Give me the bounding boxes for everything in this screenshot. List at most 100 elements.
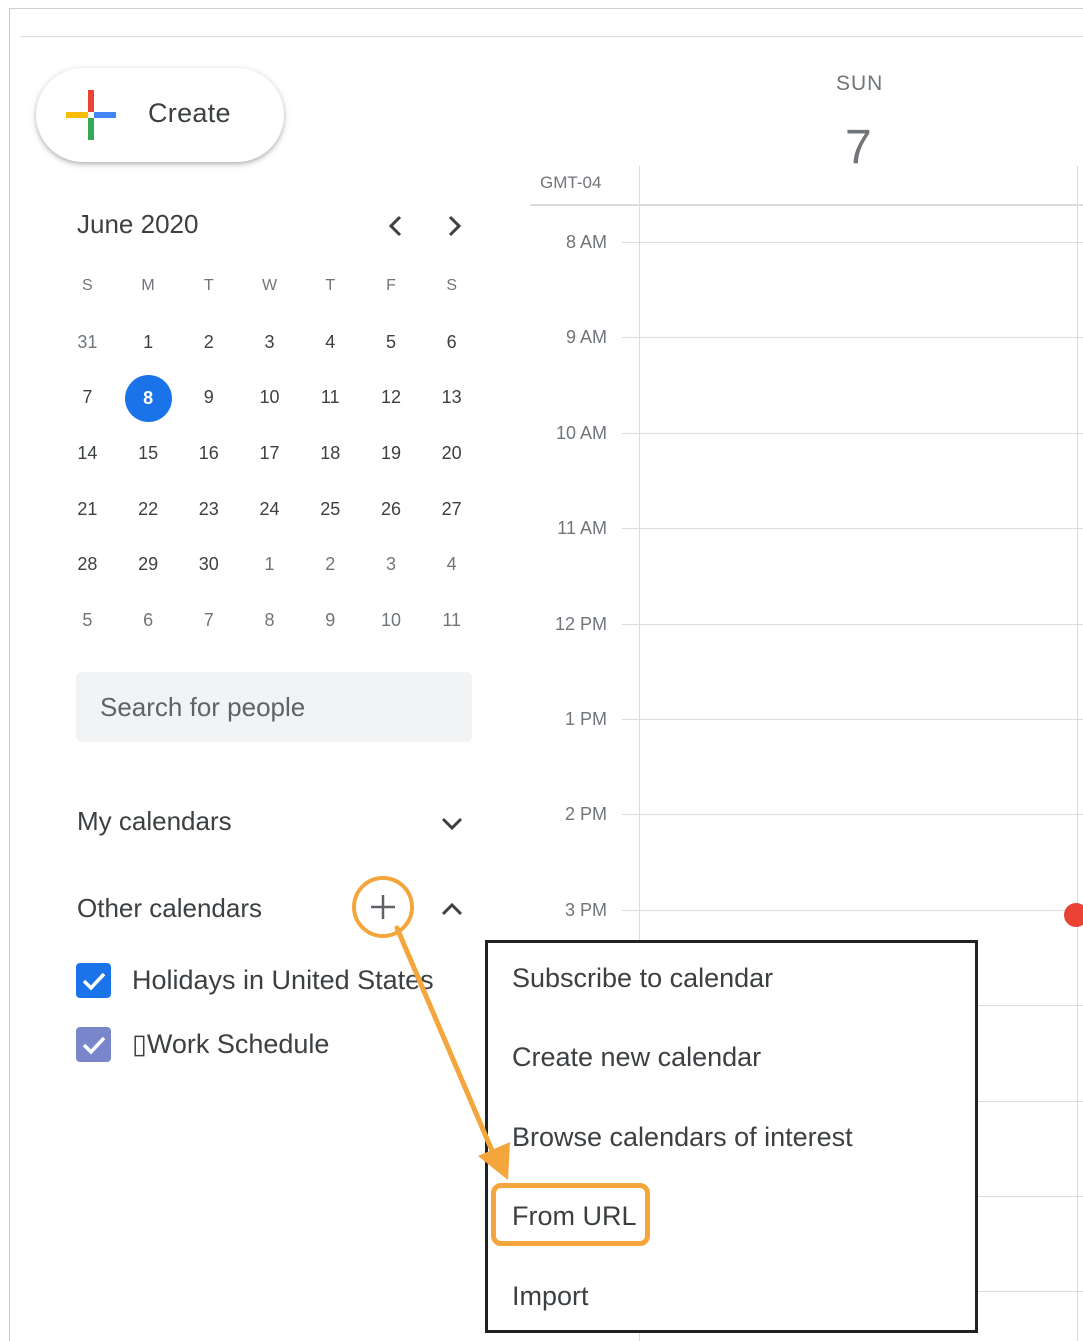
hour-label: 12 PM <box>554 613 607 634</box>
mini-calendar-day[interactable]: 22 <box>118 487 179 531</box>
mini-calendar-day[interactable]: 5 <box>57 598 118 642</box>
from-url-highlight <box>491 1183 650 1246</box>
day-view-date-number[interactable]: 7 <box>845 120 872 175</box>
mini-calendar-day[interactable]: 31 <box>57 320 118 364</box>
mini-calendar-week: 7 8 9 10 11 12 13 <box>57 369 482 425</box>
mini-calendar-day[interactable]: 3 <box>361 542 422 586</box>
mini-calendar-day[interactable]: 8 <box>239 598 300 642</box>
menu-item-browse[interactable]: Browse calendars of interest <box>512 1122 853 1153</box>
mini-calendar-day[interactable]: 24 <box>239 487 300 531</box>
day-number: 10 <box>380 609 401 630</box>
my-calendars-chevron-down-icon[interactable] <box>436 807 468 839</box>
mini-calendar-day[interactable]: 15 <box>118 431 179 475</box>
mini-calendar-day[interactable]: 10 <box>239 375 300 419</box>
mini-calendar-day[interactable]: 6 <box>118 598 179 642</box>
day-number: 9 <box>325 609 336 630</box>
menu-item-import[interactable]: Import <box>512 1281 589 1312</box>
day-number: 8 <box>124 375 172 423</box>
day-number: 30 <box>198 554 219 575</box>
weekday-header-row: S M T W T F S <box>57 258 482 314</box>
day-number: 7 <box>203 609 214 630</box>
mini-calendar-today[interactable]: 8 <box>118 375 179 423</box>
mini-calendar-day[interactable]: 28 <box>57 542 118 586</box>
mini-calendar-day[interactable]: 21 <box>57 487 118 531</box>
day-number: 27 <box>441 498 462 519</box>
mini-calendar-day[interactable]: 10 <box>361 598 422 642</box>
day-column-divider <box>1077 166 1078 1341</box>
mini-calendar-month-title: June 2020 <box>77 209 199 239</box>
mini-calendar-week: 14 15 16 17 18 19 20 <box>57 425 482 481</box>
mini-calendar-day[interactable]: 4 <box>421 542 482 586</box>
plus-icon <box>371 895 395 919</box>
mini-calendar-day[interactable]: 19 <box>361 431 422 475</box>
mini-calendar-day[interactable]: 14 <box>57 431 118 475</box>
mini-calendar-week: 28 29 30 1 2 3 4 <box>57 536 482 592</box>
mini-calendar-day[interactable]: 11 <box>300 375 361 419</box>
calendar-item-work-schedule[interactable]: ▯Work Schedule <box>76 1026 329 1062</box>
day-number: 26 <box>380 498 401 519</box>
hour-label: 2 PM <box>564 804 607 825</box>
mini-calendar-day[interactable]: 2 <box>300 542 361 586</box>
mini-calendar-day[interactable]: 7 <box>57 375 118 419</box>
create-plus-icon <box>66 90 116 140</box>
mini-calendar-day[interactable]: 2 <box>178 320 239 364</box>
mini-calendar-day[interactable]: 13 <box>421 375 482 419</box>
calendar-item-holidays[interactable]: Holidays in United States <box>76 962 434 998</box>
create-button-label: Create <box>148 98 231 128</box>
day-number: 11 <box>442 609 462 630</box>
mini-calendar-day[interactable]: 9 <box>300 598 361 642</box>
mini-calendar-day[interactable]: 5 <box>361 320 422 364</box>
day-number: 14 <box>77 442 98 463</box>
mini-calendar-day[interactable]: 11 <box>421 598 482 642</box>
mini-calendar-day[interactable]: 30 <box>178 542 239 586</box>
day-number: 3 <box>264 331 275 352</box>
menu-item-subscribe[interactable]: Subscribe to calendar <box>512 963 773 994</box>
mini-calendar-day[interactable]: 18 <box>300 431 361 475</box>
mini-calendar-day[interactable]: 16 <box>178 431 239 475</box>
holidays-checkbox[interactable] <box>76 962 111 998</box>
mini-calendar-day[interactable]: 23 <box>178 487 239 531</box>
mini-calendar-day[interactable]: 27 <box>421 487 482 531</box>
previous-month-button[interactable] <box>376 206 416 246</box>
calendar-item-label: ▯Work Schedule <box>132 1028 330 1059</box>
hour-label: 9 AM <box>565 327 607 348</box>
mini-calendar-day[interactable]: 25 <box>300 487 361 531</box>
current-time-indicator <box>1064 903 1083 927</box>
day-view-weekday: SUN <box>836 72 884 95</box>
hour-gridline <box>622 432 1083 434</box>
work-schedule-checkbox[interactable] <box>76 1026 111 1062</box>
mini-calendar-day[interactable]: 20 <box>421 431 482 475</box>
day-number: 15 <box>138 442 159 463</box>
day-number: 3 <box>385 554 396 575</box>
menu-item-create-new[interactable]: Create new calendar <box>512 1042 761 1073</box>
next-month-button[interactable] <box>434 206 474 246</box>
day-number: 19 <box>380 442 401 463</box>
mini-calendar-week: 21 22 23 24 25 26 27 <box>57 481 482 537</box>
search-people-input[interactable] <box>76 672 472 742</box>
mini-calendar-day[interactable]: 6 <box>421 320 482 364</box>
mini-calendar-day[interactable]: 4 <box>300 320 361 364</box>
my-calendars-title: My calendars <box>77 806 232 836</box>
mini-calendar-day[interactable]: 7 <box>178 598 239 642</box>
timezone-label: GMT-04 <box>540 173 602 192</box>
day-number: 2 <box>325 554 336 575</box>
day-number: 10 <box>259 387 280 408</box>
mini-calendar-day[interactable]: 29 <box>118 542 179 586</box>
mini-calendar-day[interactable]: 17 <box>239 431 300 475</box>
add-other-calendar-button[interactable] <box>352 876 414 938</box>
mini-calendar-day[interactable]: 26 <box>361 487 422 531</box>
day-header-divider <box>530 204 1083 206</box>
mini-calendar-day[interactable]: 3 <box>239 320 300 364</box>
day-number: 6 <box>446 331 457 352</box>
other-calendars-chevron-up-icon[interactable] <box>436 894 468 926</box>
mini-calendar-day[interactable]: 12 <box>361 375 422 419</box>
weekday-header: M <box>141 276 155 294</box>
chevron-left-icon <box>388 215 402 237</box>
mini-calendar-day[interactable]: 9 <box>178 375 239 419</box>
mini-calendar-day[interactable]: 1 <box>118 320 179 364</box>
day-number: 2 <box>203 331 214 352</box>
mini-calendar-day[interactable]: 1 <box>239 542 300 586</box>
day-number: 1 <box>264 554 275 575</box>
hour-gridline <box>622 814 1083 816</box>
hour-label: 10 AM <box>555 422 607 443</box>
